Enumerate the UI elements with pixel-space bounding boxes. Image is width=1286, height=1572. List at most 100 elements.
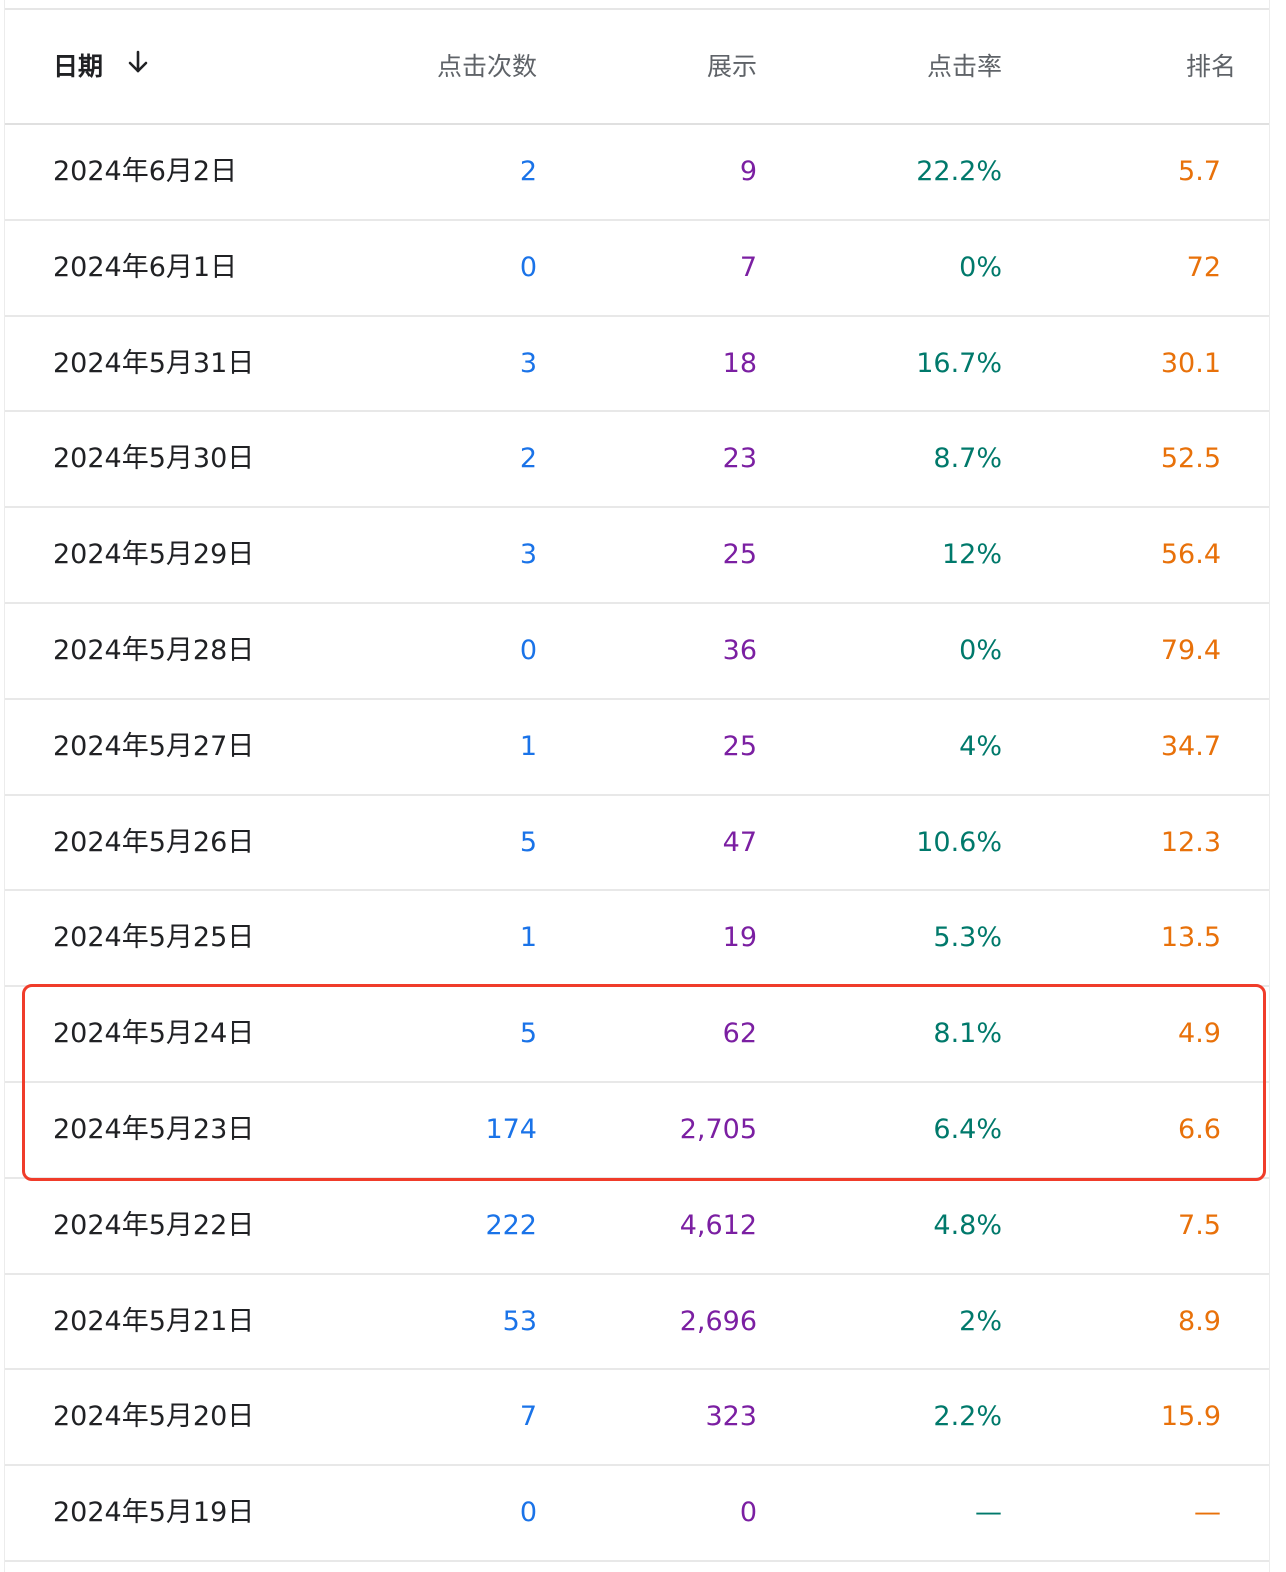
cell-impressions: 7: [739, 251, 757, 283]
cell-clicks: 2: [519, 443, 537, 475]
cell-clicks: 53: [502, 1305, 537, 1337]
cell-ctr: 6.4%: [933, 1113, 1002, 1145]
cell-ctr: 8.7%: [933, 443, 1002, 475]
table-row[interactable]: 2024年5月26日 5 47 10.6% 12.3: [5, 796, 1269, 892]
cell-ctr: 5.3%: [933, 922, 1002, 954]
table-row[interactable]: 2024年5月30日 2 23 8.7% 52.5: [5, 412, 1269, 509]
cell-date: 2024年5月24日: [53, 1018, 255, 1050]
cell-position: 6.6: [1178, 1113, 1221, 1145]
table-row[interactable]: 2024年5月28日 0 36 0% 79.4: [5, 604, 1269, 700]
table-row[interactable]: 2024年5月22日 222 4,612 4.8% 7.5: [5, 1179, 1269, 1275]
cell-position: 34.7: [1160, 730, 1221, 762]
column-header-clicks[interactable]: 点击次数: [437, 10, 537, 123]
column-header-date[interactable]: 日期: [53, 10, 150, 123]
cell-date: 2024年5月21日: [53, 1305, 255, 1337]
cell-clicks: 3: [519, 347, 537, 379]
cell-ctr: —: [975, 1497, 1002, 1529]
table-row-highlighted[interactable]: 2024年5月24日 5 62 8.1% 4.9: [5, 987, 1269, 1083]
table-row-highlighted[interactable]: 2024年5月23日 174 2,705 6.4% 6.6: [5, 1083, 1269, 1179]
cell-ctr: 2.2%: [933, 1401, 1002, 1433]
cell-clicks: 7: [519, 1401, 537, 1433]
cell-position: 30.1: [1160, 347, 1221, 379]
cell-clicks: 0: [519, 634, 537, 666]
cell-impressions: 23: [722, 443, 757, 475]
cell-ctr: 10.6%: [916, 826, 1002, 858]
table-row[interactable]: 2024年6月1日 0 7 0% 72: [5, 221, 1269, 317]
cell-impressions: 25: [722, 539, 757, 571]
cell-clicks: 0: [519, 251, 537, 283]
cell-impressions: 47: [722, 826, 757, 858]
cell-clicks: 222: [485, 1209, 537, 1241]
cell-clicks: 5: [519, 1018, 537, 1050]
cell-position: 8.9: [1178, 1305, 1221, 1337]
cell-impressions: 4,612: [679, 1209, 757, 1241]
table-header: 日期 点击次数 展示 点击率 排名: [5, 10, 1269, 125]
cell-position: 12.3: [1160, 826, 1221, 858]
cell-position: 72: [1186, 251, 1221, 283]
cell-ctr: 22.2%: [916, 156, 1002, 187]
performance-table: 日期 点击次数 展示 点击率 排名 2024年6月2日 2 9 22.2% 5.…: [4, 0, 1270, 1572]
cell-position: —: [1194, 1497, 1221, 1529]
cell-impressions: 9: [739, 156, 757, 187]
cell-impressions: 18: [722, 347, 757, 379]
cell-ctr: 0%: [959, 634, 1002, 666]
cell-impressions: 2,705: [679, 1113, 757, 1145]
table-row[interactable]: 2024年5月31日 3 18 16.7% 30.1: [5, 317, 1269, 413]
column-header-date-label: 日期: [53, 52, 104, 81]
cell-impressions: 323: [705, 1401, 757, 1433]
cell-position: 79.4: [1160, 634, 1221, 666]
cell-clicks: 1: [519, 730, 537, 762]
cell-clicks: 0: [519, 1497, 537, 1529]
cell-date: 2024年5月25日: [53, 922, 255, 954]
table-row[interactable]: 2024年5月29日 3 25 12% 56.4: [5, 508, 1269, 604]
column-header-ctr[interactable]: 点击率: [927, 10, 1002, 123]
cell-clicks: 2: [519, 156, 537, 187]
table-row[interactable]: 2024年5月25日 1 19 5.3% 13.5: [5, 891, 1269, 988]
cell-position: 13.5: [1160, 922, 1221, 954]
cell-clicks: 3: [519, 539, 537, 571]
cell-ctr: 4%: [959, 730, 1002, 762]
column-header-position[interactable]: 排名: [1186, 10, 1236, 123]
cell-clicks: 174: [485, 1113, 537, 1145]
cell-date: 2024年5月23日: [53, 1113, 255, 1145]
cell-date: 2024年5月22日: [53, 1209, 255, 1241]
cell-date: 2024年5月20日: [53, 1401, 255, 1433]
cell-ctr: 0%: [959, 251, 1002, 283]
cell-impressions: 19: [722, 922, 757, 954]
cell-ctr: 12%: [941, 539, 1002, 571]
cell-position: 7.5: [1178, 1209, 1221, 1241]
cell-date: 2024年5月27日: [53, 730, 255, 762]
cell-date: 2024年6月1日: [53, 251, 238, 283]
arrow-down-icon[interactable]: [126, 10, 150, 123]
table-body: 2024年6月2日 2 9 22.2% 5.7 2024年6月1日 0 7 0%…: [5, 125, 1269, 1562]
cell-impressions: 62: [722, 1018, 757, 1050]
table-row[interactable]: 2024年5月19日 0 0 — —: [5, 1466, 1269, 1562]
cell-ctr: 4.8%: [933, 1209, 1002, 1241]
cell-position: 5.7: [1178, 156, 1221, 187]
table-row[interactable]: 2024年5月20日 7 323 2.2% 15.9: [5, 1370, 1269, 1467]
cell-date: 2024年5月29日: [53, 539, 255, 571]
cell-date: 2024年5月31日: [53, 347, 255, 379]
cell-ctr: 8.1%: [933, 1018, 1002, 1050]
table-row[interactable]: 2024年5月21日 53 2,696 2% 8.9: [5, 1275, 1269, 1371]
cell-position: 56.4: [1160, 539, 1221, 571]
column-header-impressions[interactable]: 展示: [707, 10, 757, 123]
cell-ctr: 2%: [959, 1305, 1002, 1337]
cell-position: 52.5: [1160, 443, 1221, 475]
cell-ctr: 16.7%: [916, 347, 1002, 379]
cell-date: 2024年5月19日: [53, 1497, 255, 1529]
cell-clicks: 1: [519, 922, 537, 954]
cell-position: 15.9: [1160, 1401, 1221, 1433]
cell-impressions: 36: [722, 634, 757, 666]
cell-date: 2024年5月26日: [53, 826, 255, 858]
table-row[interactable]: 2024年6月2日 2 9 22.2% 5.7: [5, 125, 1269, 221]
cell-impressions: 25: [722, 730, 757, 762]
table-row[interactable]: 2024年5月27日 1 25 4% 34.7: [5, 700, 1269, 796]
cell-date: 2024年6月2日: [53, 156, 238, 187]
cell-date: 2024年5月28日: [53, 634, 255, 666]
cell-impressions: 2,696: [679, 1305, 757, 1337]
cell-impressions: 0: [739, 1497, 757, 1529]
cell-clicks: 5: [519, 826, 537, 858]
cell-date: 2024年5月30日: [53, 443, 255, 475]
cell-position: 4.9: [1178, 1018, 1221, 1050]
